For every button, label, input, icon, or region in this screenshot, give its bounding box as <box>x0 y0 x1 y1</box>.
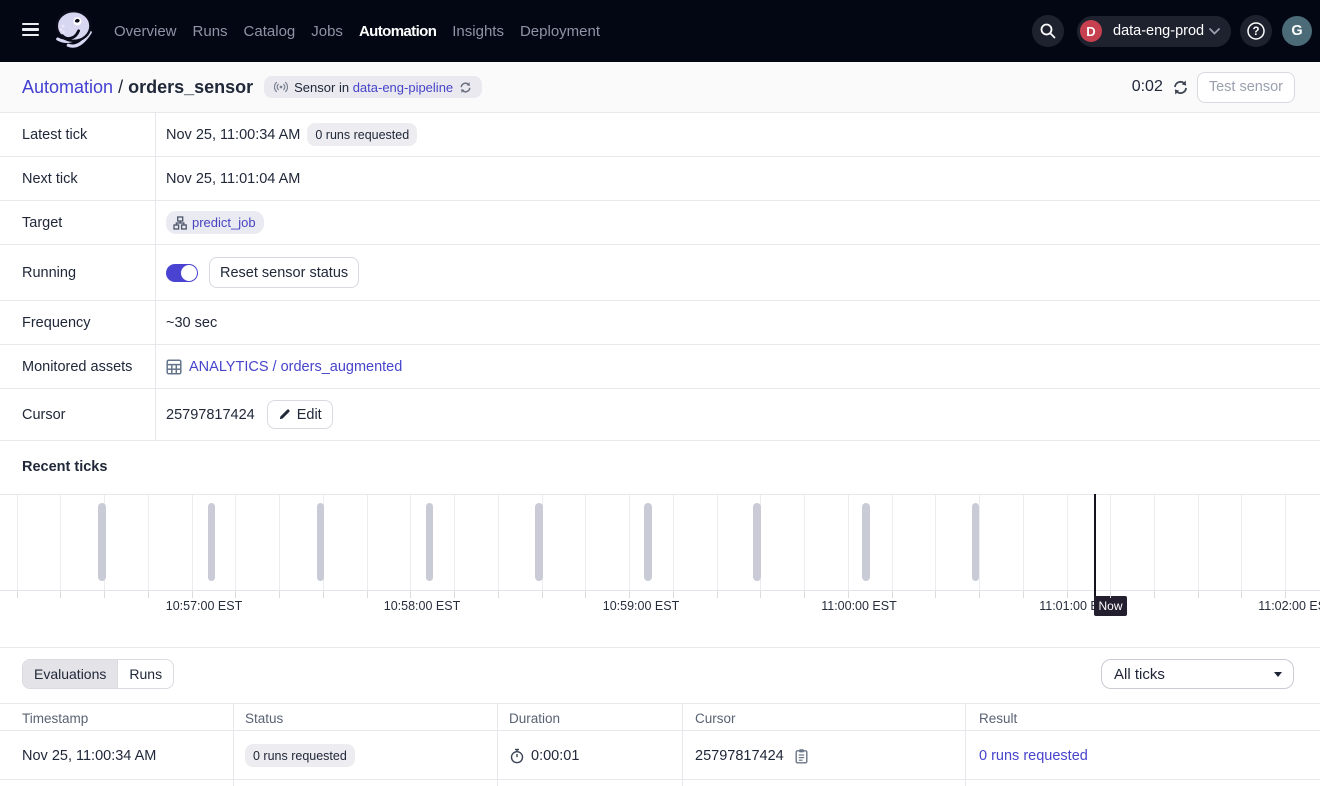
svg-text:?: ? <box>1252 26 1259 38</box>
